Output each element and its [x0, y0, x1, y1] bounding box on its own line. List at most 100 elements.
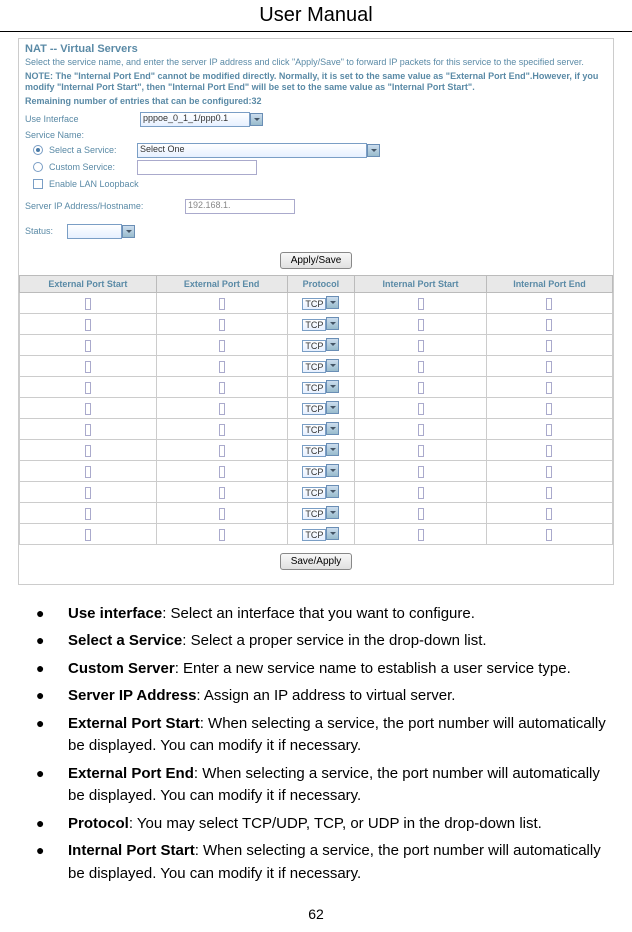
table-row: TCP [20, 292, 613, 313]
protocol-select[interactable]: TCP [302, 340, 326, 352]
remaining-label: Remaining number of entries that can be … [25, 96, 252, 106]
th-protocol: Protocol [287, 275, 355, 292]
protocol-select[interactable]: TCP [302, 424, 326, 436]
dropdown-arrow-icon[interactable] [326, 359, 339, 372]
int-start-input[interactable] [418, 466, 424, 478]
ext-end-input[interactable] [219, 361, 225, 373]
dropdown-arrow-icon[interactable] [326, 422, 339, 435]
int-start-input[interactable] [418, 445, 424, 457]
ext-start-input[interactable] [85, 529, 91, 541]
ext-start-input[interactable] [85, 361, 91, 373]
int-start-input[interactable] [418, 424, 424, 436]
ext-end-input[interactable] [219, 445, 225, 457]
use-interface-select[interactable]: pppoe_0_1_1/ppp0.1 [140, 112, 250, 127]
int-end-input[interactable] [546, 424, 552, 436]
dropdown-arrow-icon[interactable] [326, 401, 339, 414]
table-row: TCP [20, 439, 613, 460]
bullet-text: External Port End: When selecting a serv… [68, 763, 617, 808]
bullet-item: ●Use interface: Select an interface that… [36, 603, 617, 626]
enable-lan-checkbox[interactable] [33, 179, 43, 189]
ext-end-input[interactable] [219, 298, 225, 310]
status-select[interactable] [67, 224, 122, 239]
protocol-select[interactable]: TCP [302, 466, 326, 478]
ext-end-input[interactable] [219, 529, 225, 541]
int-start-input[interactable] [418, 361, 424, 373]
int-end-input[interactable] [546, 403, 552, 415]
save-apply-button[interactable]: Save/Apply [280, 553, 353, 570]
int-end-input[interactable] [546, 340, 552, 352]
protocol-select[interactable]: TCP [302, 298, 326, 310]
ext-start-input[interactable] [85, 487, 91, 499]
nat-note: NOTE: The "Internal Port End" cannot be … [19, 71, 613, 96]
int-start-input[interactable] [418, 487, 424, 499]
server-ip-input[interactable]: 192.168.1. [185, 199, 295, 214]
dropdown-arrow-icon[interactable] [326, 380, 339, 393]
protocol-select[interactable]: TCP [302, 445, 326, 457]
protocol-select[interactable]: TCP [302, 529, 326, 541]
int-end-input[interactable] [546, 445, 552, 457]
ext-end-input[interactable] [219, 466, 225, 478]
custom-service-radio[interactable] [33, 162, 43, 172]
select-service-dropdown[interactable]: Select One [137, 143, 367, 158]
bullet-item: ●External Port Start: When selecting a s… [36, 713, 617, 758]
ext-end-input[interactable] [219, 319, 225, 331]
ext-end-input[interactable] [219, 340, 225, 352]
ext-end-input[interactable] [219, 508, 225, 520]
ext-start-input[interactable] [85, 298, 91, 310]
protocol-select[interactable]: TCP [302, 487, 326, 499]
int-end-input[interactable] [546, 529, 552, 541]
apply-save-button[interactable]: Apply/Save [280, 252, 353, 269]
int-start-input[interactable] [418, 529, 424, 541]
int-end-input[interactable] [546, 319, 552, 331]
table-row: TCP [20, 418, 613, 439]
int-end-input[interactable] [546, 361, 552, 373]
protocol-select[interactable]: TCP [302, 382, 326, 394]
dropdown-arrow-icon[interactable] [326, 506, 339, 519]
protocol-select[interactable]: TCP [302, 361, 326, 373]
bullet-icon: ● [36, 630, 68, 653]
ext-start-input[interactable] [85, 466, 91, 478]
select-service-radio[interactable] [33, 145, 43, 155]
dropdown-arrow-icon[interactable] [367, 144, 380, 157]
int-end-input[interactable] [546, 466, 552, 478]
dropdown-arrow-icon[interactable] [326, 485, 339, 498]
ext-start-input[interactable] [85, 445, 91, 457]
bullet-text: Internal Port Start: When selecting a se… [68, 840, 617, 885]
dropdown-arrow-icon[interactable] [326, 464, 339, 477]
dropdown-arrow-icon[interactable] [122, 225, 135, 238]
ext-start-input[interactable] [85, 340, 91, 352]
int-end-input[interactable] [546, 382, 552, 394]
use-interface-label: Use Interface [25, 114, 140, 124]
ext-start-input[interactable] [85, 403, 91, 415]
page-number: 62 [0, 900, 632, 932]
int-start-input[interactable] [418, 340, 424, 352]
int-start-input[interactable] [418, 508, 424, 520]
dropdown-arrow-icon[interactable] [326, 338, 339, 351]
th-ext-end: External Port End [156, 275, 287, 292]
dropdown-arrow-icon[interactable] [326, 296, 339, 309]
ext-start-input[interactable] [85, 508, 91, 520]
save-apply-row: Save/Apply [19, 551, 613, 570]
ext-end-input[interactable] [219, 403, 225, 415]
int-end-input[interactable] [546, 487, 552, 499]
protocol-select[interactable]: TCP [302, 508, 326, 520]
dropdown-arrow-icon[interactable] [250, 113, 263, 126]
int-end-input[interactable] [546, 298, 552, 310]
custom-service-input[interactable] [137, 160, 257, 175]
dropdown-arrow-icon[interactable] [326, 443, 339, 456]
ext-start-input[interactable] [85, 424, 91, 436]
protocol-select[interactable]: TCP [302, 319, 326, 331]
protocol-select[interactable]: TCP [302, 403, 326, 415]
ext-start-input[interactable] [85, 382, 91, 394]
ext-end-input[interactable] [219, 382, 225, 394]
dropdown-arrow-icon[interactable] [326, 317, 339, 330]
ext-start-input[interactable] [85, 319, 91, 331]
ext-end-input[interactable] [219, 487, 225, 499]
int-start-input[interactable] [418, 382, 424, 394]
int-start-input[interactable] [418, 403, 424, 415]
ext-end-input[interactable] [219, 424, 225, 436]
int-end-input[interactable] [546, 508, 552, 520]
int-start-input[interactable] [418, 319, 424, 331]
int-start-input[interactable] [418, 298, 424, 310]
dropdown-arrow-icon[interactable] [326, 527, 339, 540]
